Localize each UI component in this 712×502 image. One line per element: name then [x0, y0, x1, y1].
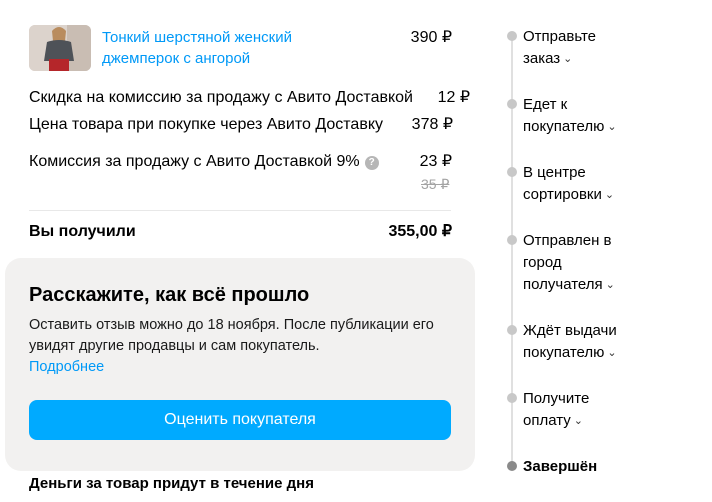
product-thumbnail[interactable] — [29, 25, 91, 71]
step-label: Отправьте заказ — [523, 28, 597, 67]
delivery-price-value: 378 ₽ — [411, 116, 453, 133]
learn-more-link[interactable]: Подробнее — [29, 357, 104, 378]
timeline-step-sorting-center[interactable]: В центре сортировки ⌄ — [523, 162, 633, 206]
product-price: 390 ₽ — [410, 29, 452, 46]
timeline-dot — [507, 235, 517, 245]
step-label: Отправлен в город получателя — [523, 232, 612, 293]
order-page: Тонкий шерстяной женский джемперок с анг… — [0, 0, 712, 502]
commission-value: 23 ₽ — [419, 153, 452, 170]
chevron-down-icon: ⌄ — [563, 53, 573, 65]
commission-old-value: 35 ₽ — [421, 176, 450, 192]
chevron-down-icon: ⌄ — [573, 415, 583, 427]
timeline-dot — [507, 99, 517, 109]
timeline-dot — [507, 393, 517, 403]
timeline-dot — [507, 167, 517, 177]
chevron-down-icon: ⌄ — [607, 121, 617, 133]
timeline-step-completed: Завершён — [523, 456, 673, 478]
product-row: Тонкий шерстяной женский джемперок с анг… — [29, 25, 453, 73]
commission-label: Комиссия за продажу с Авито Доставкой 9% — [29, 153, 360, 170]
rate-buyer-button[interactable]: Оценить покупателя — [29, 400, 451, 440]
total-row: Вы получили 355,00 ₽ — [29, 221, 452, 243]
commission-discount-label: Скидка на комиссию за продажу с Авито До… — [29, 89, 413, 106]
timeline-step-send[interactable]: Отправьте заказ ⌄ — [523, 26, 633, 70]
total-label: Вы получили — [29, 223, 136, 240]
step-label: В центре сортировки — [523, 164, 602, 203]
commission-discount-row: Скидка на комиссию за продажу с Авито До… — [29, 87, 470, 109]
question-icon[interactable]: ? — [364, 156, 379, 170]
review-card: Расскажите, как всё прошло Оставить отзы… — [5, 258, 475, 471]
timeline-dot-current — [507, 461, 517, 471]
timeline-dot — [507, 31, 517, 41]
divider — [29, 210, 451, 211]
product-title-link[interactable]: Тонкий шерстяной женский джемперок с анг… — [102, 27, 342, 69]
timeline-step-in-transit[interactable]: Едет к покупателю ⌄ — [523, 94, 633, 138]
total-value: 355,00 ₽ — [388, 223, 452, 240]
commission-row: Комиссия за продажу с Авито Доставкой 9%… — [29, 151, 452, 173]
step-label: Завершён — [523, 458, 598, 475]
delivery-price-label: Цена товара при покупке через Авито Дост… — [29, 116, 383, 133]
chevron-down-icon: ⌄ — [607, 347, 617, 359]
commission-discount-value: 12 ₽ — [437, 89, 470, 106]
timeline-step-get-payment[interactable]: Получите оплату ⌄ — [523, 388, 633, 432]
step-label: Едет к покупателю — [523, 96, 605, 135]
chevron-down-icon: ⌄ — [604, 189, 615, 201]
step-label: Ждёт выдачи покупателю — [523, 322, 617, 361]
delivery-price-row: Цена товара при покупке через Авито Дост… — [29, 114, 453, 136]
timeline-step-awaiting-pickup[interactable]: Ждёт выдачи покупателю ⌄ — [523, 320, 643, 364]
payout-note: Деньги за товар придут в течение дня — [29, 475, 314, 492]
review-title: Расскажите, как всё прошло — [29, 284, 310, 306]
timeline-step-sent-to-city[interactable]: Отправлен в город получателя ⌄ — [523, 230, 633, 296]
chevron-down-icon: ⌄ — [605, 279, 615, 291]
review-text: Оставить отзыв можно до 18 ноября. После… — [29, 317, 434, 354]
timeline-dot — [507, 325, 517, 335]
